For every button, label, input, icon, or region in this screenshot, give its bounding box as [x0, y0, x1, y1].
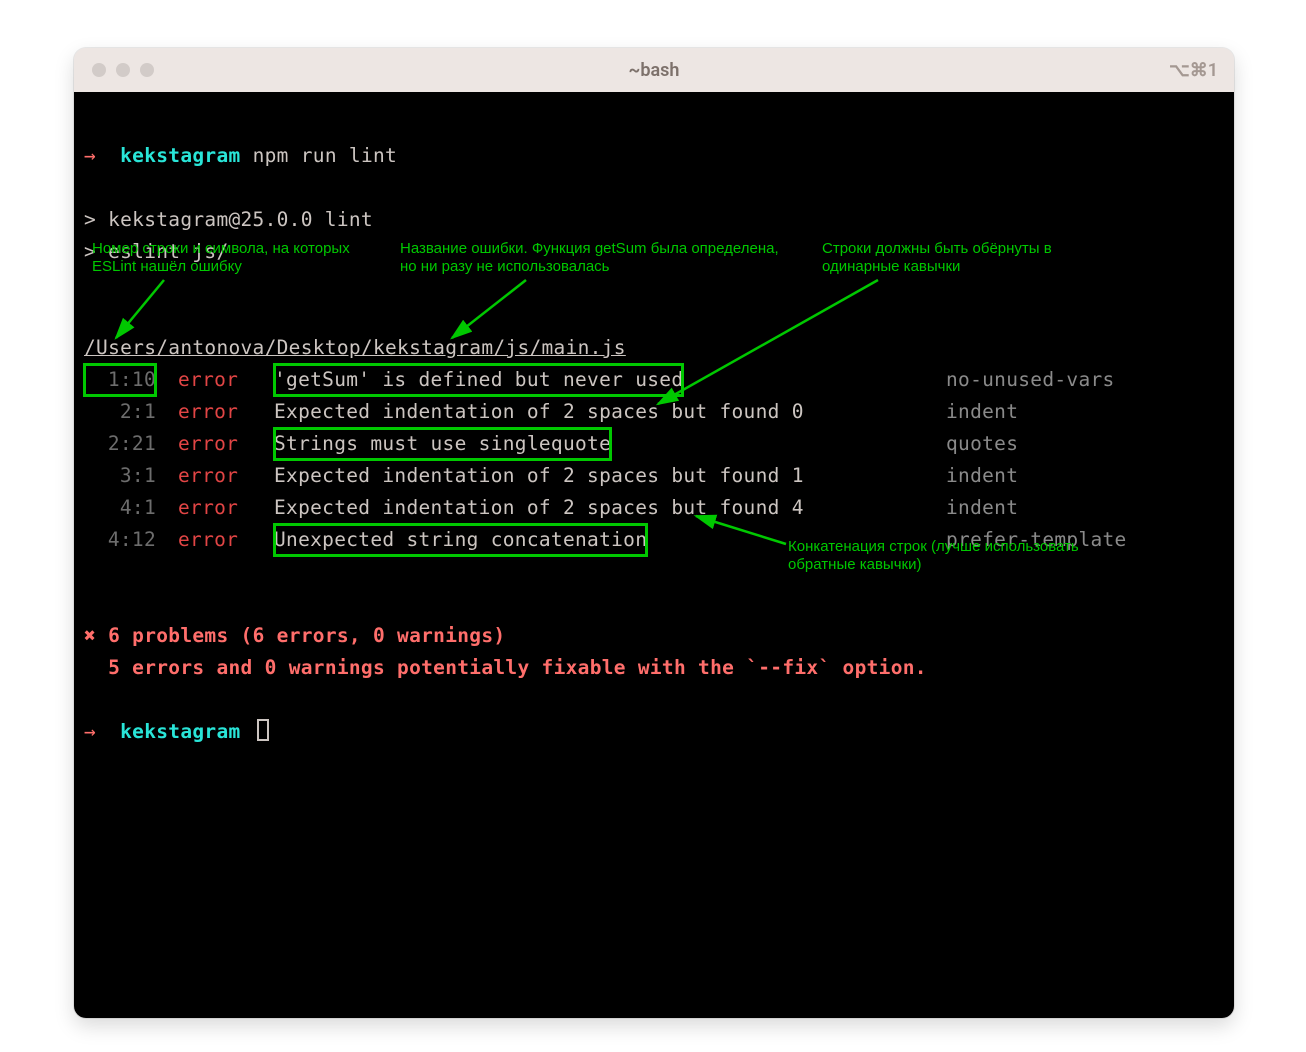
error-message: Unexpected string concatenation [274, 524, 647, 556]
lint-error-row: 2:21errorStrings must use singlequote quo… [84, 428, 1224, 460]
keyboard-shortcut-hint: ⌥⌘1 [1169, 60, 1218, 81]
lint-error-row: 1:10error'getSum' is defined but never u… [84, 364, 1224, 396]
error-message: Expected indentation of 2 spaces but fou… [274, 460, 804, 492]
prompt-arrow-icon: → [84, 144, 96, 167]
error-rule: indent [946, 460, 1018, 492]
error-position: 4:1 [84, 492, 156, 524]
error-message: Strings must use singlequote [274, 428, 611, 460]
summary-line-2: 5 errors and 0 warnings potentially fixa… [108, 656, 927, 679]
titlebar[interactable]: ~bash ⌥⌘1 [74, 48, 1234, 93]
error-message: Expected indentation of 2 spaces but fou… [274, 396, 804, 428]
error-level: error [156, 396, 274, 428]
error-rule: indent [946, 492, 1018, 524]
error-level: error [156, 492, 274, 524]
npm-script-line: > kekstagram@25.0.0 lint [84, 208, 373, 231]
error-level: error [156, 524, 274, 556]
lint-error-row: 4:1errorExpected indentation of 2 spaces… [84, 492, 1224, 524]
annotation-title: Название ошибки. Функция getSum была опр… [400, 240, 790, 276]
error-position: 4:12 [84, 524, 156, 556]
error-position: 3:1 [84, 460, 156, 492]
error-level: error [156, 428, 274, 460]
error-rule: no-unused-vars [946, 364, 1115, 396]
prompt-cwd: kekstagram [120, 720, 240, 743]
file-path: /Users/antonova/Desktop/kekstagram/js/ma… [84, 336, 626, 359]
prompt-cwd: kekstagram [120, 144, 240, 167]
error-message: Expected indentation of 2 spaces but fou… [274, 492, 804, 524]
error-rule: quotes [946, 428, 1018, 460]
error-level: error [156, 364, 274, 396]
annotation-concat: Конкатенация строк (лучше использовать о… [788, 538, 1088, 574]
prompt-arrow-icon: → [84, 720, 96, 743]
window-title: ~bash [74, 60, 1234, 81]
cursor-icon [257, 719, 269, 741]
cross-icon: ✖ [84, 624, 96, 647]
annotation-position: Номер строки и символа, на которых ESLin… [92, 240, 372, 276]
command-input: npm run lint [253, 144, 397, 167]
error-position: 2:1 [84, 396, 156, 428]
error-level: error [156, 460, 274, 492]
terminal-window: ~bash ⌥⌘1 → kekstagram npm run lint > ke… [74, 48, 1234, 1018]
error-rule: indent [946, 396, 1018, 428]
error-position: 2:21 [84, 428, 156, 460]
error-message: 'getSum' is defined but never used [274, 364, 683, 396]
error-position: 1:10 [84, 364, 156, 396]
summary-line-1: 6 problems (6 errors, 0 warnings) [108, 624, 505, 647]
annotation-quotes: Строки должны быть обёрнуты в одинарные … [822, 240, 1102, 276]
lint-error-row: 2:1errorExpected indentation of 2 spaces… [84, 396, 1224, 428]
lint-error-row: 3:1errorExpected indentation of 2 spaces… [84, 460, 1224, 492]
